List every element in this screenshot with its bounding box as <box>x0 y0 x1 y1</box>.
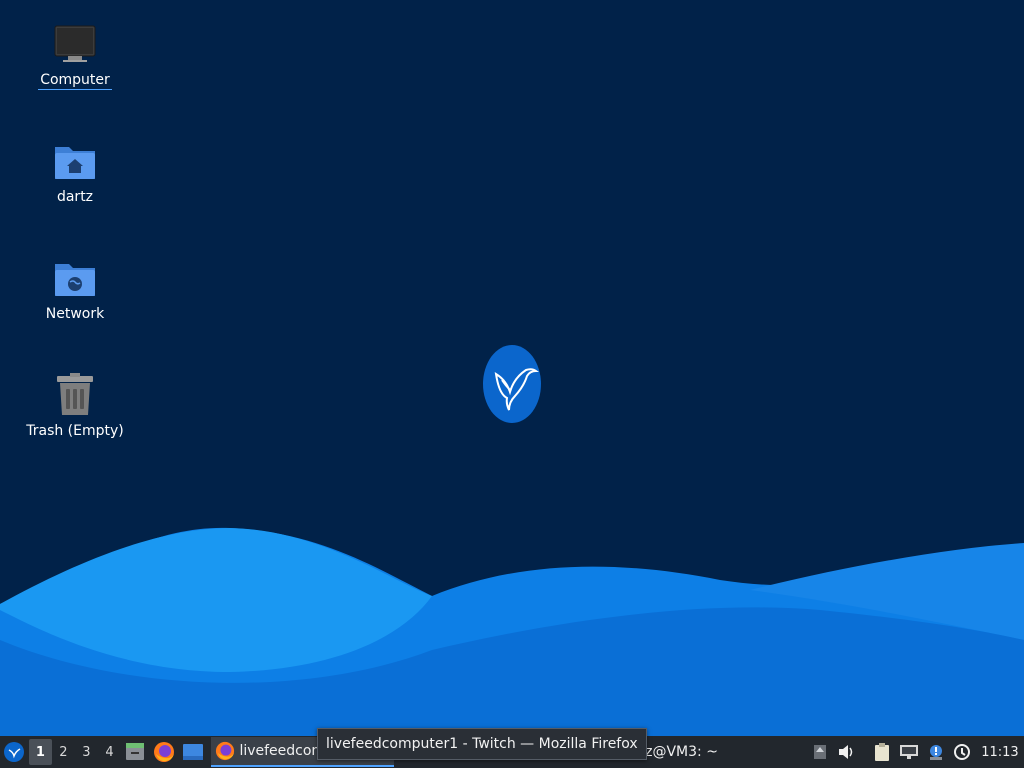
desktop-icon-network[interactable]: Network <box>19 254 131 323</box>
clock[interactable]: 11:13 <box>976 736 1024 768</box>
workspace-4-button[interactable]: 4 <box>98 739 121 765</box>
notification-area[interactable] <box>922 736 949 768</box>
task-label: livefeedcom <box>239 743 326 759</box>
notification-icon <box>929 745 942 760</box>
workspace-3-button[interactable]: 3 <box>75 739 98 765</box>
update-notifier[interactable] <box>807 736 834 768</box>
power-icon <box>954 744 971 760</box>
clock-time: 11:13 <box>981 744 1019 760</box>
desktop-icon-label: Network <box>45 306 105 322</box>
trash-icon <box>51 371 99 419</box>
clipboard-manager[interactable] <box>868 736 895 768</box>
volume-control[interactable] <box>834 736 861 768</box>
desktop-icon-label: dartz <box>56 189 94 205</box>
taskbar-tooltip: livefeedcomputer1 - Twitch — Mozilla Fir… <box>317 728 647 760</box>
network-manager[interactable] <box>895 736 922 768</box>
network-icon <box>899 745 918 759</box>
file-manager-launcher[interactable] <box>121 736 150 768</box>
application-menu-button[interactable] <box>0 736 29 768</box>
firefox-icon <box>216 741 235 761</box>
workspace-2-button[interactable]: 2 <box>52 739 75 765</box>
workspace-label: 1 <box>35 744 45 760</box>
desktop-icon-computer[interactable]: Computer <box>19 20 131 90</box>
show-desktop-icon <box>183 744 204 760</box>
computer-icon <box>51 20 99 68</box>
workspace-label: 4 <box>105 744 114 760</box>
desktop-icon-home[interactable]: dartz <box>19 137 131 206</box>
update-icon <box>814 745 827 759</box>
volume-icon <box>839 745 853 759</box>
hummingbird-logo-icon <box>482 344 542 424</box>
show-desktop-launcher[interactable] <box>179 736 208 768</box>
desktop-icon-label: Trash (Empty) <box>26 423 124 439</box>
network-folder-icon <box>51 254 99 302</box>
firefox-launcher[interactable] <box>150 736 179 768</box>
home-folder-icon <box>51 137 99 185</box>
workspace-label: 2 <box>59 744 68 760</box>
desktop-icon-label: Computer <box>38 72 112 90</box>
clipboard-icon <box>874 743 889 761</box>
lubuntu-menu-icon <box>4 742 25 762</box>
tooltip-text: livefeedcomputer1 - Twitch — Mozilla Fir… <box>326 736 638 752</box>
workspace-label: 3 <box>82 744 91 760</box>
file-manager-icon <box>126 743 145 760</box>
power-manager[interactable] <box>949 736 976 768</box>
desktop-icon-trash[interactable]: Trash (Empty) <box>19 371 131 440</box>
firefox-icon <box>154 742 175 762</box>
desktop[interactable]: Computer dartz Network Trash (Empty) <box>0 0 1024 736</box>
workspace-1-button[interactable]: 1 <box>28 739 52 765</box>
